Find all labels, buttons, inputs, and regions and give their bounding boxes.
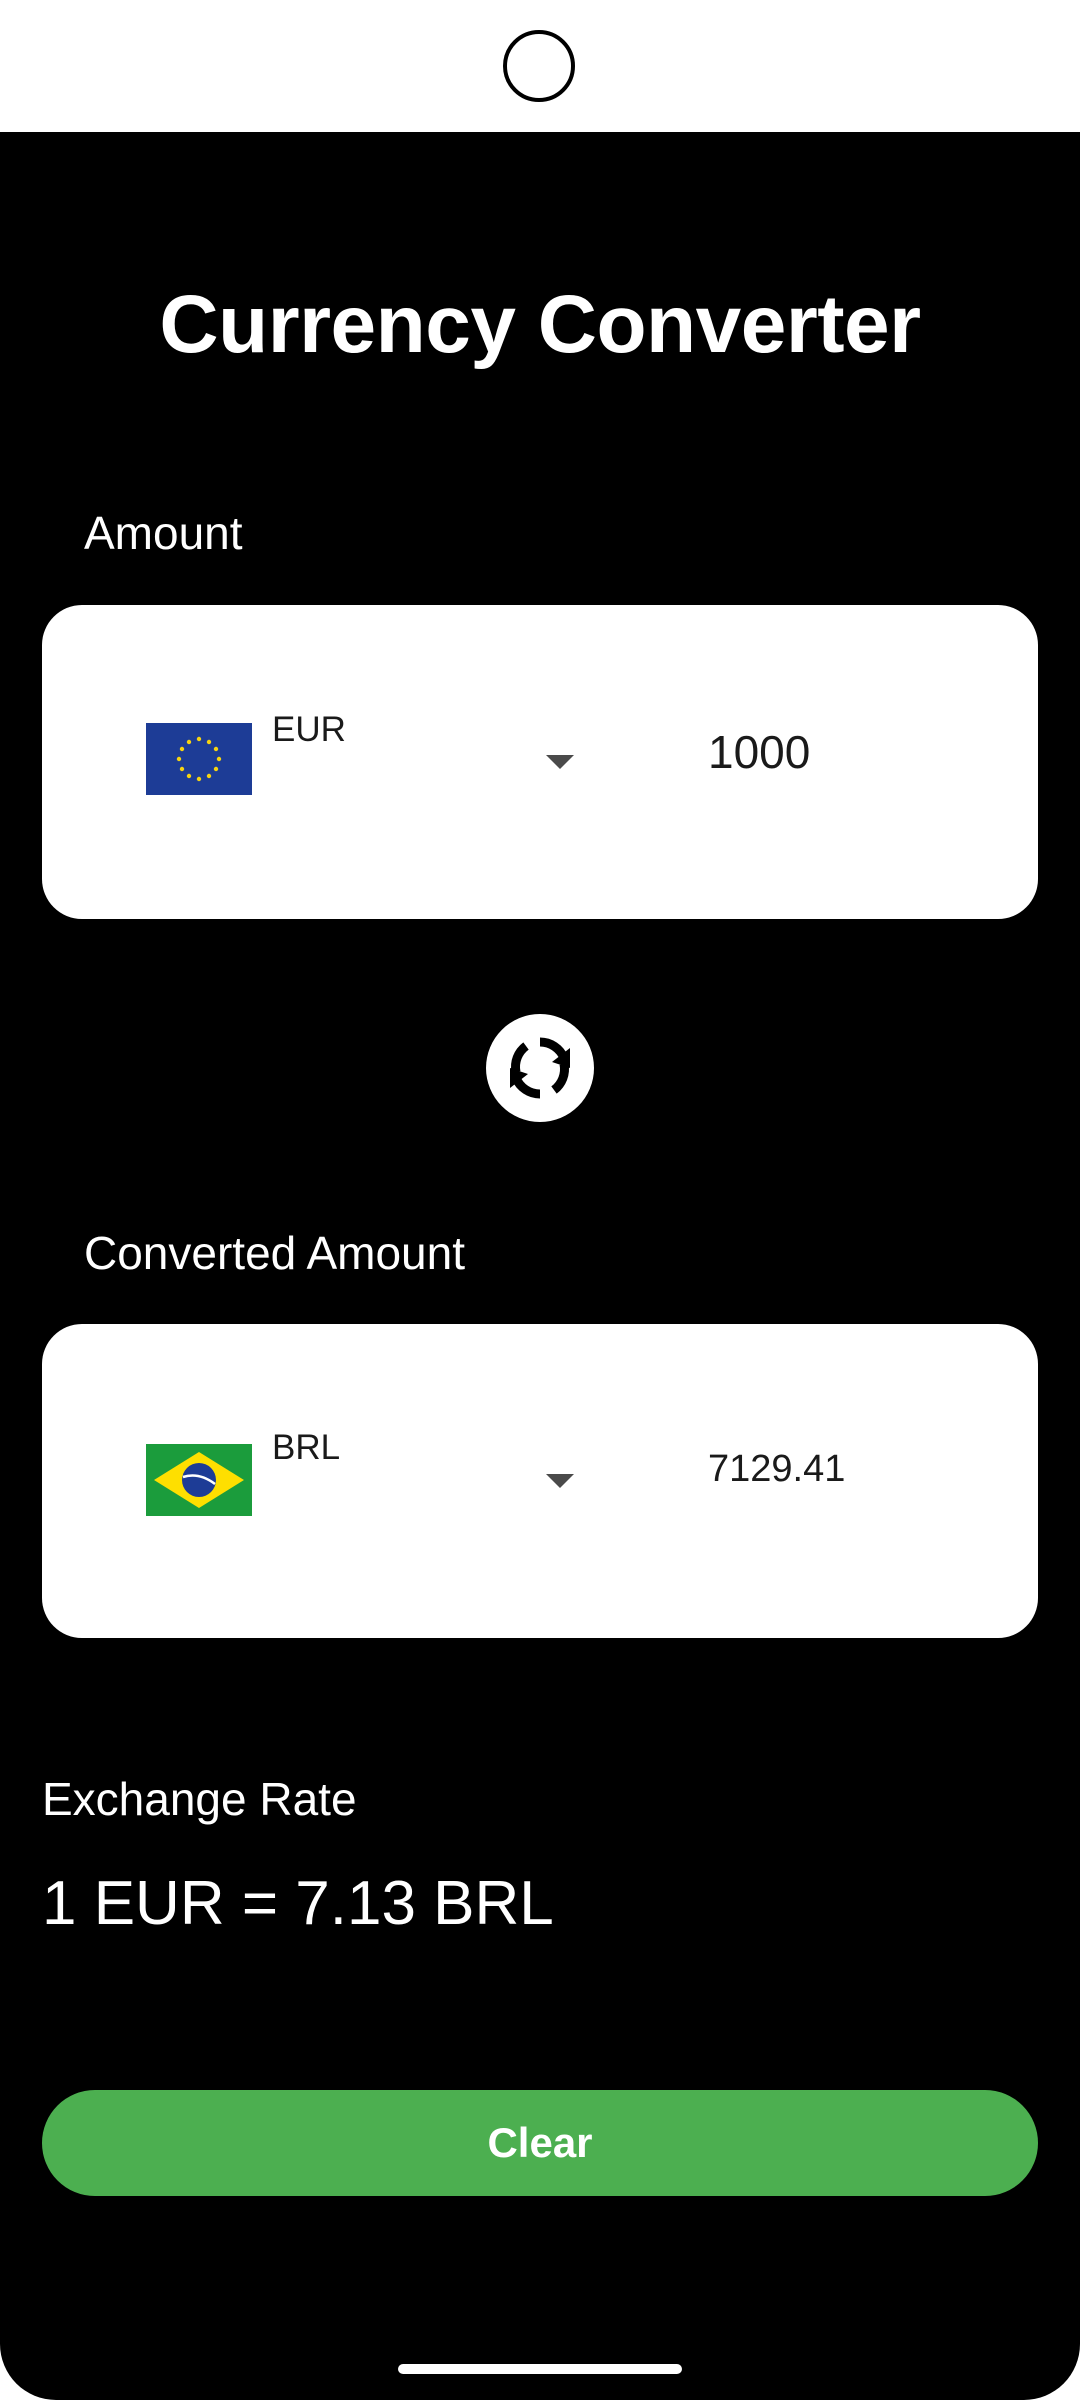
status-bar	[0, 0, 1080, 132]
eu-flag-icon	[146, 723, 252, 795]
home-indicator[interactable]	[398, 2364, 682, 2374]
app-screen: Currency Converter Amount EUR 1000 Conve…	[0, 132, 1080, 2400]
exchange-rate-label: Exchange Rate	[42, 1773, 357, 1825]
amount-input[interactable]: 1000	[708, 725, 810, 779]
to-currency-code[interactable]: BRL	[272, 1428, 340, 1468]
camera-cutout	[503, 30, 575, 102]
page-title: Currency Converter	[159, 279, 921, 370]
amount-label: Amount	[84, 507, 243, 559]
swap-refresh-icon	[510, 1037, 570, 1099]
from-currency-dropdown-icon[interactable]	[546, 755, 574, 769]
to-currency-card: BRL 7129.41	[42, 1324, 1038, 1638]
converted-amount-value: 7129.41	[708, 1448, 846, 1490]
exchange-rate-value: 1 EUR = 7.13 BRL	[42, 1869, 554, 1938]
converted-amount-label: Converted Amount	[84, 1227, 466, 1279]
clear-button[interactable]: Clear	[42, 2090, 1038, 2196]
from-currency-card: EUR 1000	[42, 605, 1038, 919]
to-currency-dropdown-icon[interactable]	[546, 1474, 574, 1488]
from-currency-code[interactable]: EUR	[272, 710, 346, 750]
brazil-flag-icon	[146, 1444, 252, 1516]
swap-currencies-button[interactable]	[486, 1014, 594, 1122]
